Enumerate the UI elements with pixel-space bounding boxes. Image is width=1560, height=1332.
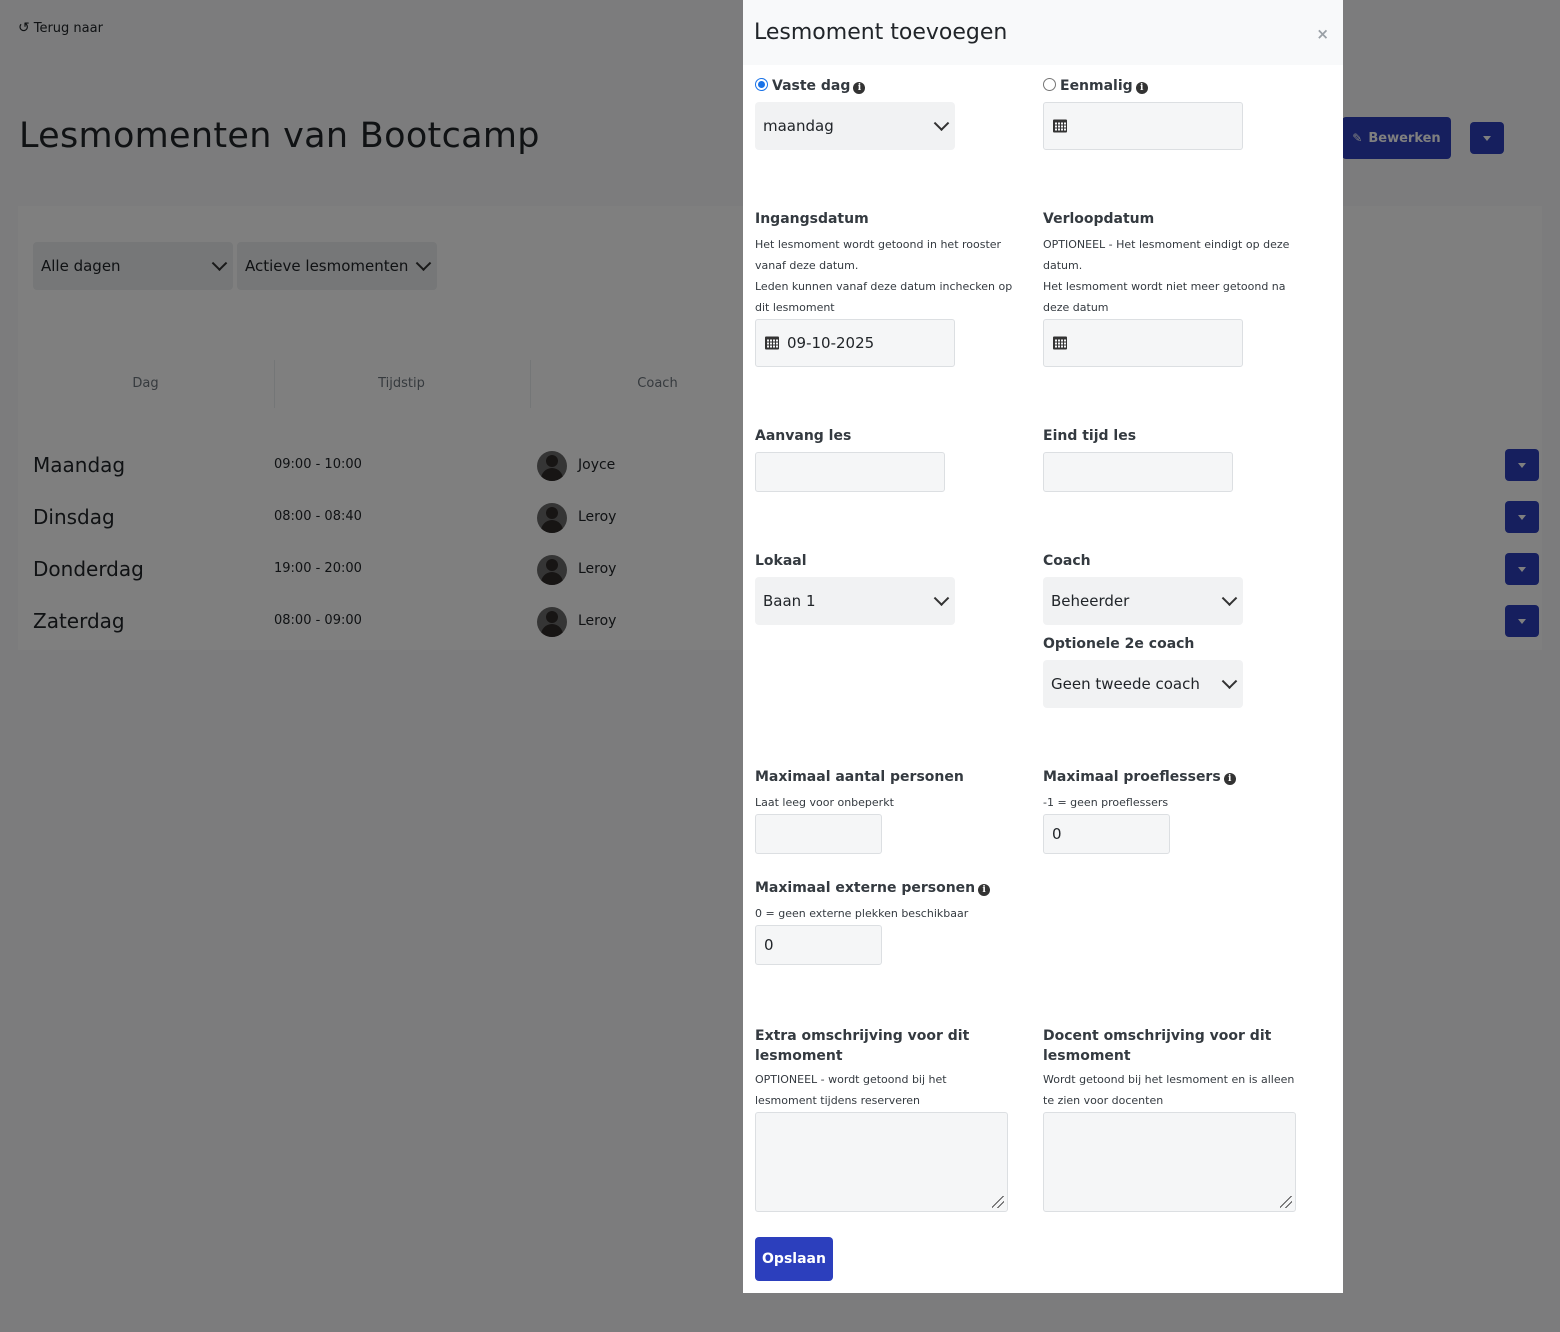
close-icon[interactable]: × — [1316, 25, 1329, 43]
extra-desc-textarea[interactable] — [755, 1112, 1008, 1212]
fixed-day-radio-label[interactable]: Vaste dag i — [755, 78, 866, 94]
room-label: Lokaal — [755, 553, 807, 569]
info-icon[interactable]: i — [1223, 773, 1236, 785]
add-lesmoment-modal: Lesmoment toevoegen × Vaste dag i maandag… — [743, 0, 1343, 1293]
info-icon[interactable]: i — [853, 82, 866, 94]
teacher-desc-label: Docent omschrijving voor dit lesmoment — [1043, 1028, 1272, 1064]
modal-header: Lesmoment toevoegen × — [743, 0, 1343, 65]
info-icon[interactable]: i — [1135, 82, 1148, 94]
max-external-label: Maximaal externe personen i — [755, 880, 991, 896]
max-external-label-text: Maximaal externe personen — [755, 880, 976, 896]
start-date-value: 09-10-2025 — [787, 334, 875, 352]
resize-handle-icon[interactable] — [1280, 1196, 1292, 1208]
chevron-down-icon — [1221, 590, 1238, 607]
max-external-value: 0 — [764, 936, 774, 954]
end-time-label: Eind tijd les — [1043, 428, 1137, 444]
once-radio-label[interactable]: Eenmalig i — [1043, 78, 1148, 94]
max-persons-input[interactable] — [755, 814, 882, 854]
max-trial-value: 0 — [1052, 825, 1062, 843]
start-date-help: Het lesmoment wordt getoond in het roost… — [755, 234, 1020, 318]
coach-value: Beheerder — [1051, 592, 1130, 610]
end-time-input[interactable] — [1043, 452, 1233, 492]
room-value: Baan 1 — [763, 592, 816, 610]
coach-label: Coach — [1043, 553, 1091, 569]
start-date-help-line: Leden kunnen vanaf deze datum inchecken … — [755, 280, 1013, 314]
max-external-input[interactable]: 0 — [755, 925, 882, 965]
chevron-down-icon — [1221, 673, 1238, 690]
end-date-label: Verloopdatum — [1043, 211, 1155, 227]
max-external-help: 0 = geen externe plekken beschikbaar — [755, 907, 969, 920]
once-radio[interactable] — [1043, 78, 1056, 91]
calendar-icon — [765, 336, 779, 350]
fixed-day-select[interactable]: maandag — [755, 102, 955, 150]
info-icon[interactable]: i — [978, 884, 991, 896]
resize-handle-icon[interactable] — [992, 1196, 1004, 1208]
max-persons-help: Laat leeg voor onbeperkt — [755, 796, 894, 809]
start-date-help-line: Het lesmoment wordt getoond in het roost… — [755, 238, 1002, 272]
start-date-input[interactable]: 09-10-2025 — [755, 319, 955, 367]
fixed-day-radio[interactable] — [755, 78, 768, 91]
calendar-icon — [1053, 119, 1067, 133]
fixed-day-value: maandag — [763, 117, 834, 135]
teacher-desc-help: Wordt getoond bij het lesmoment en is al… — [1043, 1073, 1295, 1107]
extra-desc-label: Extra omschrijving voor dit lesmoment — [755, 1028, 970, 1064]
once-label: Eenmalig — [1060, 78, 1133, 94]
max-trial-input[interactable]: 0 — [1043, 814, 1170, 854]
end-date-help-line: OPTIONEEL - Het lesmoment eindigt op dez… — [1043, 238, 1290, 272]
start-time-label: Aanvang les — [755, 428, 852, 444]
start-date-label: Ingangsdatum — [755, 211, 869, 227]
max-persons-label: Maximaal aantal personen — [755, 769, 964, 785]
end-date-help-line: Het lesmoment wordt niet meer getoond na… — [1043, 280, 1286, 314]
second-coach-select[interactable]: Geen tweede coach — [1043, 660, 1243, 708]
save-button[interactable]: Opslaan — [755, 1237, 833, 1281]
max-trial-label-text: Maximaal proeflessers — [1043, 769, 1221, 785]
second-coach-label: Optionele 2e coach — [1043, 636, 1195, 652]
calendar-icon — [1053, 336, 1067, 350]
extra-desc-help: OPTIONEEL - wordt getoond bij het lesmom… — [755, 1073, 947, 1107]
once-date-input[interactable] — [1043, 102, 1243, 150]
end-date-help: OPTIONEEL - Het lesmoment eindigt op dez… — [1043, 234, 1308, 318]
max-trial-label: Maximaal proeflessers i — [1043, 769, 1236, 785]
modal-title: Lesmoment toevoegen — [754, 20, 1008, 45]
max-trial-help: -1 = geen proeflessers — [1043, 796, 1169, 809]
second-coach-value: Geen tweede coach — [1051, 675, 1200, 693]
coach-select[interactable]: Beheerder — [1043, 577, 1243, 625]
teacher-desc-textarea[interactable] — [1043, 1112, 1296, 1212]
fixed-day-label: Vaste dag — [772, 78, 851, 94]
chevron-down-icon — [933, 115, 950, 132]
start-time-input[interactable] — [755, 452, 945, 492]
room-select[interactable]: Baan 1 — [755, 577, 955, 625]
end-date-input[interactable] — [1043, 319, 1243, 367]
chevron-down-icon — [933, 590, 950, 607]
